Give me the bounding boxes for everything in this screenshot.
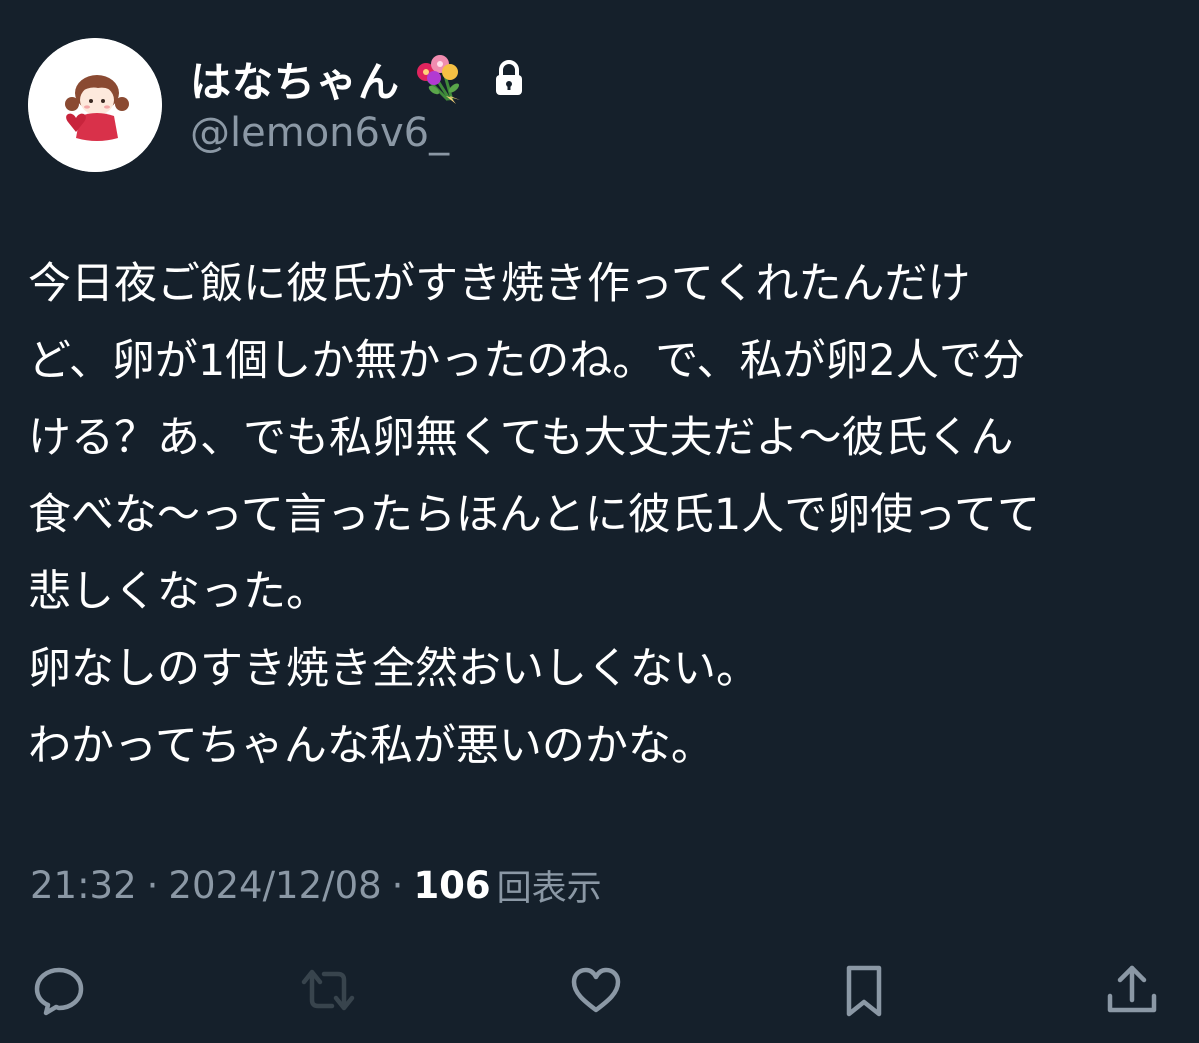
bookmark-button[interactable] bbox=[832, 958, 896, 1022]
views-label: 回表示 bbox=[496, 868, 602, 909]
avatar[interactable] bbox=[28, 38, 162, 172]
meta-separator: · bbox=[146, 863, 159, 907]
share-button[interactable] bbox=[1100, 958, 1164, 1022]
bouquet-icon bbox=[417, 55, 460, 104]
user-handle[interactable]: @lemon6v6_ bbox=[190, 110, 449, 156]
tweet-text-line: 食べな〜って言ったらほんとに彼氏1人で卵使ってて bbox=[28, 490, 1041, 540]
avatar-illustration bbox=[28, 38, 162, 172]
tweet-text-line: わかってちゃんな私が悪いのかな。 bbox=[28, 721, 714, 771]
tweet-text-line: 卵なしのすき焼き全然おいしくない。 bbox=[28, 644, 759, 694]
bookmark-icon bbox=[846, 965, 882, 1017]
retweet-button[interactable] bbox=[296, 958, 360, 1022]
tweet-text-line: 今日夜ご飯に彼氏がすき焼き作ってくれたんだけ bbox=[28, 259, 971, 309]
lock-icon bbox=[496, 60, 522, 95]
tweet-text-line: 悲しくなった。 bbox=[28, 567, 329, 617]
share-icon bbox=[1107, 965, 1157, 1013]
author-name-row: はなちゃん bbox=[190, 50, 528, 106]
tweet-meta: 21:32 · 2024/12/08 · 106 回表示 bbox=[30, 860, 602, 910]
meta-separator: · bbox=[391, 863, 404, 907]
tweet-text: 今日夜ご飯に彼氏がすき焼き作ってくれたんだけ ど、卵が1個しか無かったのね。で、… bbox=[28, 246, 1178, 785]
tweet-text-line: ける？あ、でも私卵無くても大丈夫だよ〜彼氏くん bbox=[28, 413, 1014, 463]
like-button[interactable] bbox=[564, 958, 628, 1022]
retweet-icon bbox=[301, 969, 355, 1011]
reply-icon bbox=[34, 967, 84, 1016]
views-count: 106 bbox=[413, 863, 491, 907]
like-icon bbox=[571, 967, 621, 1013]
reply-button[interactable] bbox=[27, 958, 91, 1022]
tweet-time[interactable]: 21:32 bbox=[30, 864, 137, 907]
tweet-card: はなちゃん @lemon6v6_ 今日夜ご飯に彼氏がすき焼き作ってくれたんだけ … bbox=[0, 0, 1199, 1043]
display-name[interactable]: はなちゃん bbox=[190, 48, 400, 108]
tweet-text-line: ど、卵が1個しか無かったのね。で、私が卵2人で分 bbox=[28, 336, 1025, 386]
tweet-date[interactable]: 2024/12/08 bbox=[168, 864, 381, 907]
